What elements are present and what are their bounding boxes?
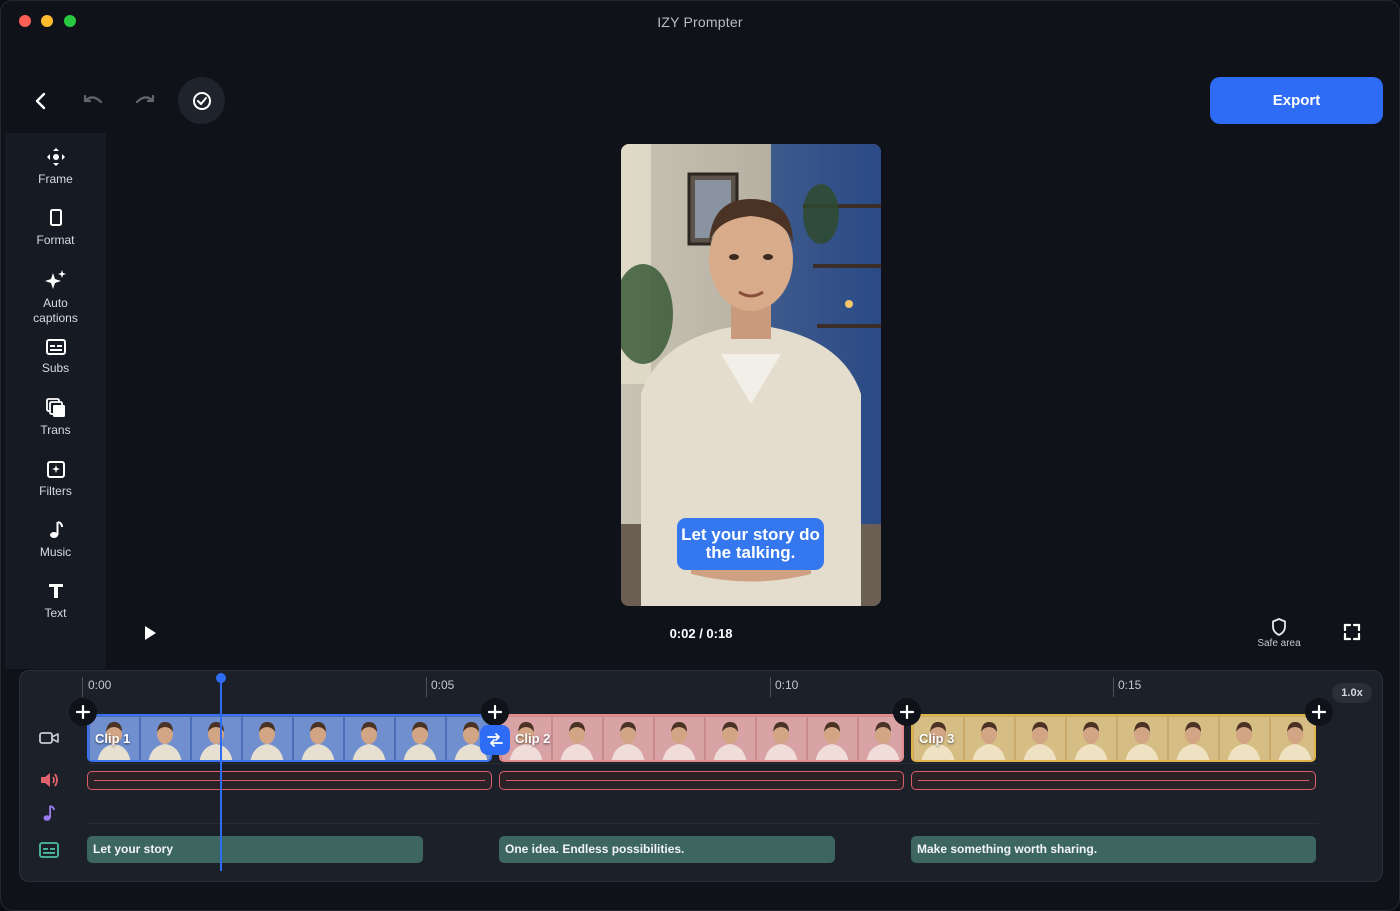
track-divider (86, 763, 1318, 764)
caption-overlay[interactable]: Let your story do the talking. (677, 518, 824, 570)
ruler-label-5: 0:05 (431, 678, 455, 692)
timeline-panel: 0:00 0:05 0:10 0:15 1.0x Clip 1 Clip 2 C… (19, 670, 1383, 882)
plus-icon (488, 705, 502, 719)
app-title: IZY Prompter (657, 14, 743, 30)
safe-area-toggle[interactable]: Safe area (1249, 618, 1309, 649)
clip-1-label: Clip 1 (95, 731, 131, 746)
chevron-left-icon (35, 92, 46, 110)
tool-frame-label: Frame (38, 172, 73, 186)
export-button[interactable]: Export (1210, 77, 1383, 124)
tool-sidebar: Frame Format Auto captions Subs Trans Fi… (5, 133, 106, 669)
plus-icon (900, 705, 914, 719)
safe-area-label: Safe area (1257, 638, 1301, 649)
subtitle-track-icon (38, 839, 60, 861)
tool-text[interactable]: Text (5, 581, 106, 621)
shield-icon (1272, 618, 1286, 636)
tool-subs[interactable]: Subs (5, 338, 106, 376)
clip-3[interactable]: Clip 3 (911, 714, 1316, 762)
move-icon (46, 148, 65, 166)
sparkles-icon (44, 270, 66, 289)
tool-frame[interactable]: Frame (5, 147, 106, 187)
tool-text-label: Text (44, 606, 67, 620)
playhead-handle[interactable] (216, 673, 226, 683)
track-divider (86, 823, 1318, 824)
transition-button[interactable] (480, 725, 510, 755)
clip-2-label: Clip 2 (515, 731, 551, 746)
music-track-icon[interactable] (38, 802, 60, 824)
audio-clip-2[interactable] (499, 771, 904, 790)
clip-thumbnails (89, 716, 490, 760)
add-clip-button-end[interactable] (1305, 698, 1333, 726)
undo-icon (83, 94, 103, 104)
rectangle-icon (49, 209, 62, 226)
tool-auto-captions-label: Auto captions (33, 296, 78, 325)
clip-1[interactable]: Clip 1 (87, 714, 492, 762)
video-track-icon (38, 727, 60, 749)
add-clip-button-2[interactable] (481, 698, 509, 726)
ruler-tick (426, 677, 427, 697)
ruler-label-0: 0:00 (88, 678, 112, 692)
clip-thumbnails (501, 716, 902, 760)
audio-clip-1[interactable] (87, 771, 492, 790)
plus-icon (76, 705, 90, 719)
titlebar: IZY Prompter (1, 1, 1399, 45)
filter-icon (46, 461, 65, 478)
plus-icon (1312, 705, 1326, 719)
ruler-tick (1113, 677, 1114, 697)
fullscreen-icon (1343, 623, 1361, 641)
tool-trans-label: Trans (40, 423, 71, 437)
music-note-icon (43, 805, 55, 821)
playback-speed-badge[interactable]: 1.0x (1332, 683, 1372, 703)
undo-button[interactable] (77, 85, 109, 117)
redo-button[interactable] (129, 85, 161, 117)
done-button[interactable] (178, 77, 225, 124)
subtitle-chip-3[interactable]: Make something worth sharing. (911, 836, 1316, 863)
subtitle-chip-1[interactable]: Let your story (87, 836, 423, 863)
play-icon (145, 626, 156, 640)
tool-filters[interactable]: Filters (5, 459, 106, 499)
ruler-label-15: 0:15 (1118, 678, 1142, 692)
redo-icon (135, 94, 155, 104)
clip-thumbnails (913, 716, 1314, 760)
add-clip-button-start[interactable] (69, 698, 97, 726)
playback-time: 0:02 / 0:18 (669, 626, 733, 641)
subtitles-icon (45, 339, 66, 355)
text-icon (48, 584, 63, 598)
clip-3-label: Clip 3 (919, 731, 955, 746)
back-button[interactable] (25, 85, 57, 117)
video-camera-icon (39, 732, 59, 744)
music-note-icon (49, 521, 63, 538)
tool-music-label: Music (39, 545, 72, 559)
tool-music[interactable]: Music (5, 520, 106, 560)
tool-subs-label: Subs (41, 361, 70, 375)
transition-icon (487, 733, 503, 747)
playhead-line[interactable] (220, 676, 222, 871)
tool-format-label: Format (36, 233, 75, 247)
subtitle-chip-2[interactable]: One idea. Endless possibilities. (499, 836, 835, 863)
tool-filters-label: Filters (39, 484, 72, 498)
speaker-icon (41, 773, 58, 787)
fullscreen-button[interactable] (1343, 623, 1363, 643)
tool-auto-captions[interactable]: Auto captions (5, 269, 106, 326)
subtitles-icon (39, 842, 59, 858)
tool-format[interactable]: Format (5, 208, 106, 248)
layers-icon (45, 398, 65, 417)
add-clip-button-3[interactable] (893, 698, 921, 726)
ruler-tick (82, 677, 83, 697)
play-button[interactable] (140, 623, 160, 643)
audio-track-icon[interactable] (38, 769, 60, 791)
tool-trans[interactable]: Trans (5, 398, 106, 438)
ruler-label-10: 0:10 (775, 678, 799, 692)
app-window: IZY Prompter Export Frame Format Auto ca… (0, 0, 1400, 911)
audio-clip-3[interactable] (911, 771, 1316, 790)
ruler-tick (770, 677, 771, 697)
check-circle-icon (192, 91, 211, 110)
clip-2[interactable]: Clip 2 (499, 714, 904, 762)
